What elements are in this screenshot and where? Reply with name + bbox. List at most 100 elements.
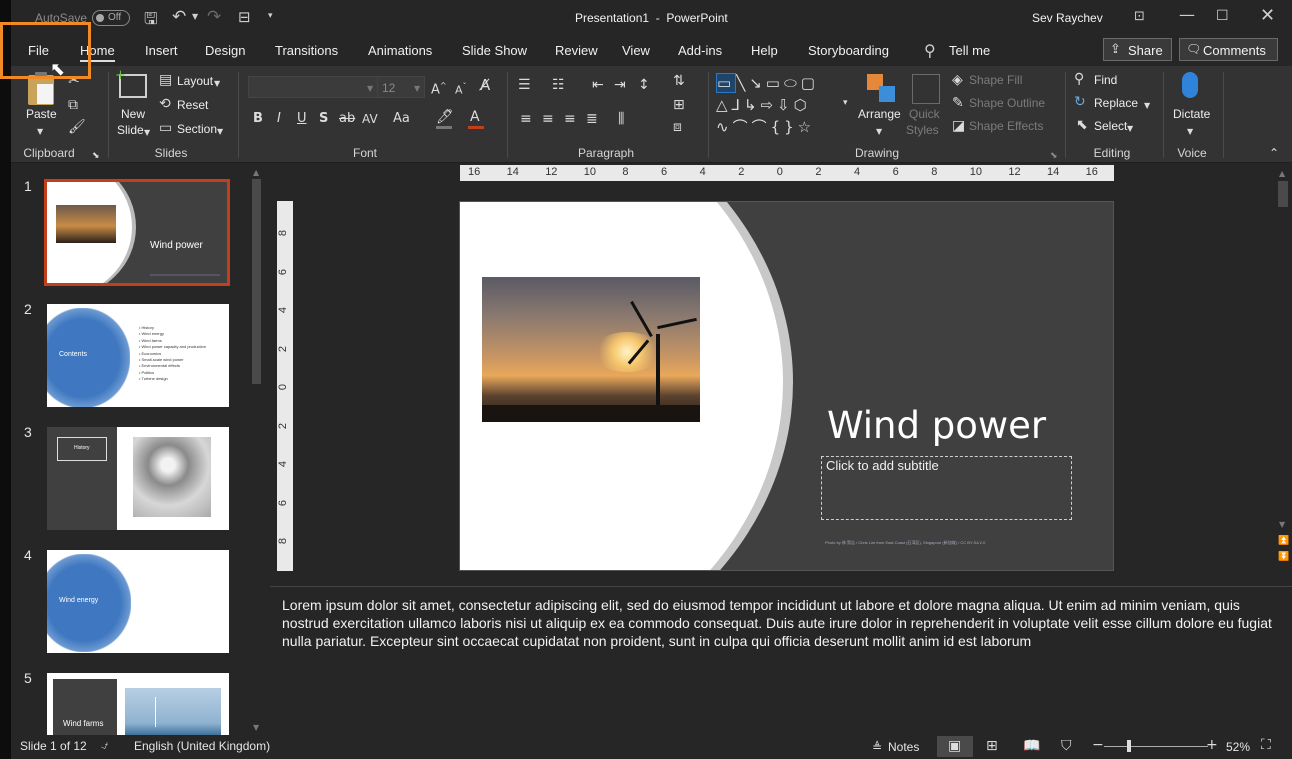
fit-slide-icon[interactable]: ⛶ <box>1261 738 1271 752</box>
maximize-icon[interactable]: ☐ <box>1216 8 1229 24</box>
autosave-toggle[interactable]: Off <box>92 10 130 26</box>
undo-dropdown-icon[interactable]: ▼ <box>192 12 198 21</box>
clipboard-launcher-icon[interactable]: ⬊ <box>92 149 100 163</box>
replace-button[interactable]: Replace <box>1094 96 1138 110</box>
thumbnail-slide-5[interactable]: Wind farms <box>47 673 229 735</box>
tab-help[interactable]: Help <box>751 43 778 58</box>
arrange-dropdown-icon[interactable]: ▼ <box>876 125 882 139</box>
shape-fill-button[interactable]: Shape Fill <box>969 73 1022 87</box>
smartart-icon[interactable]: ⧈ <box>673 120 682 134</box>
strikethrough-button[interactable]: ab <box>339 112 355 126</box>
paste-button[interactable]: Paste <box>26 107 57 121</box>
justify-icon[interactable]: ≣ <box>586 112 598 126</box>
thumbnail-scroll-thumb[interactable] <box>252 179 261 384</box>
numbering-icon[interactable]: ☷ <box>552 78 565 92</box>
slide-scroll-thumb[interactable] <box>1278 181 1288 207</box>
redo-icon[interactable]: ↷ <box>207 7 221 27</box>
language-indicator[interactable]: English (United Kingdom) <box>134 739 270 753</box>
new-slide-icon[interactable]: + <box>115 68 147 98</box>
previous-slide-icon[interactable]: ⏫ <box>1278 534 1289 548</box>
align-right-icon[interactable]: ≡ <box>564 112 576 126</box>
thumbnail-scrollbar[interactable]: ▲ ▼ <box>250 163 264 735</box>
wind-turbine-photo[interactable] <box>482 277 700 422</box>
tab-storyboarding[interactable]: Storyboarding <box>808 43 889 58</box>
line-spacing-icon[interactable]: ↕ <box>638 78 650 92</box>
microphone-icon[interactable] <box>1182 72 1198 98</box>
save-icon[interactable]: 🖫 <box>144 8 158 35</box>
shadow-button[interactable]: S <box>319 112 328 126</box>
present-icon[interactable]: ⊟ <box>238 8 251 26</box>
user-name[interactable]: Sev Raychev <box>1032 11 1103 25</box>
customize-qat-icon[interactable]: ▾ <box>268 11 273 21</box>
arrange-icon[interactable] <box>867 74 897 104</box>
undo-icon[interactable]: ↶ <box>172 7 186 27</box>
shape-outline-button[interactable]: Shape Outline <box>969 96 1045 110</box>
tab-slide-show[interactable]: Slide Show <box>462 43 527 58</box>
font-color-icon[interactable]: A <box>468 110 484 129</box>
tab-insert[interactable]: Insert <box>145 43 178 58</box>
slide-sorter-icon[interactable]: ⊞ <box>986 739 998 753</box>
thumbnail-slide-4[interactable]: Wind energy <box>47 550 229 653</box>
font-name-input[interactable]: ▼ <box>248 76 379 98</box>
close-icon[interactable]: ✕ <box>1260 5 1275 26</box>
tab-transitions[interactable]: Transitions <box>275 43 338 58</box>
underline-button[interactable]: U <box>297 112 307 126</box>
quick-styles-icon[interactable] <box>912 74 940 104</box>
dictate-button[interactable]: Dictate <box>1173 107 1210 121</box>
tab-design[interactable]: Design <box>205 43 245 58</box>
notes-pane[interactable]: Lorem ipsum dolor sit amet, consectetur … <box>270 586 1292 735</box>
text-direction-icon[interactable]: ⇅ <box>673 74 685 88</box>
minimize-icon[interactable]: — <box>1179 5 1195 24</box>
zoom-out-icon[interactable]: − <box>1092 738 1104 752</box>
align-text-icon[interactable]: ⊞ <box>673 98 685 112</box>
arrange-button[interactable]: Arrange <box>858 107 901 121</box>
comments-button[interactable]: 🗨 Comments <box>1179 38 1278 61</box>
ribbon-display-icon[interactable]: ⊡ <box>1134 9 1145 24</box>
zoom-level[interactable]: 52% <box>1226 740 1250 754</box>
tell-me-search[interactable]: Tell me <box>949 43 990 58</box>
tab-review[interactable]: Review <box>555 43 598 58</box>
tab-add-ins[interactable]: Add-ins <box>678 43 722 58</box>
format-painter-icon[interactable]: 🖌 <box>68 120 86 134</box>
reading-view-icon[interactable]: 📖 <box>1023 739 1040 753</box>
quick-styles-button[interactable]: Quick <box>909 107 940 121</box>
find-button[interactable]: Find <box>1094 73 1117 87</box>
shapes-gallery[interactable]: ▭╲↘▭⬭▢ △⅃↳⇨⇩⬡ ∿⌒⌒{}☆ <box>716 72 846 136</box>
slide-indicator[interactable]: Slide 1 of 12 <box>20 739 87 753</box>
notes-text[interactable]: Lorem ipsum dolor sit amet, consectetur … <box>282 596 1282 650</box>
section-dropdown-icon[interactable]: ▼ <box>217 125 223 139</box>
align-left-icon[interactable]: ≡ <box>520 112 532 126</box>
decrease-indent-icon[interactable]: ⇤ <box>592 78 604 92</box>
shape-effects-button[interactable]: Shape Effects <box>969 119 1044 133</box>
layout-button[interactable]: Layout <box>177 74 213 88</box>
slide-title[interactable]: Wind power <box>827 404 1046 447</box>
quick-styles-button-line2[interactable]: Styles <box>906 123 939 137</box>
subtitle-placeholder[interactable]: Click to add subtitle <box>821 456 1072 520</box>
drawing-launcher-icon[interactable]: ⬊ <box>1050 149 1058 163</box>
character-spacing-button[interactable]: AV <box>362 112 378 126</box>
normal-view-button[interactable]: ▣ <box>937 736 973 757</box>
copy-icon[interactable]: ⧉ <box>68 98 78 112</box>
slideshow-icon[interactable]: ⛉ <box>1061 739 1072 753</box>
change-case-button[interactable]: Aa <box>393 112 410 126</box>
tab-animations[interactable]: Animations <box>368 43 432 58</box>
thumbnail-slide-2[interactable]: Contents • History • Wind energy • Wind … <box>47 304 229 407</box>
new-slide-dropdown-icon[interactable]: ▼ <box>144 126 150 140</box>
slide-scrollbar[interactable]: ▲ ▼ ⏫ ⏬ <box>1276 165 1290 567</box>
font-size-input[interactable]: 12 ▼ <box>377 76 425 98</box>
decrease-font-icon[interactable]: Aˇ <box>455 80 467 98</box>
layout-dropdown-icon[interactable]: ▼ <box>214 77 220 91</box>
align-center-icon[interactable]: ≡ <box>542 112 554 126</box>
next-slide-icon[interactable]: ⏬ <box>1278 550 1289 564</box>
thumbnail-slide-3[interactable]: History <box>47 427 229 530</box>
dictate-dropdown-icon[interactable]: ▼ <box>1187 125 1193 139</box>
replace-dropdown-icon[interactable]: ▼ <box>1144 99 1150 113</box>
bold-button[interactable]: B <box>253 112 263 126</box>
section-button[interactable]: Section <box>177 122 217 136</box>
zoom-in-icon[interactable]: + <box>1206 738 1218 752</box>
shapes-more-icon[interactable]: ▾ <box>843 96 848 110</box>
zoom-slider-thumb[interactable] <box>1127 740 1131 752</box>
new-slide-button[interactable]: New <box>121 107 145 121</box>
highlight-icon[interactable]: 🖊 <box>436 110 454 129</box>
accessibility-icon[interactable]: ⍻ <box>101 739 108 753</box>
